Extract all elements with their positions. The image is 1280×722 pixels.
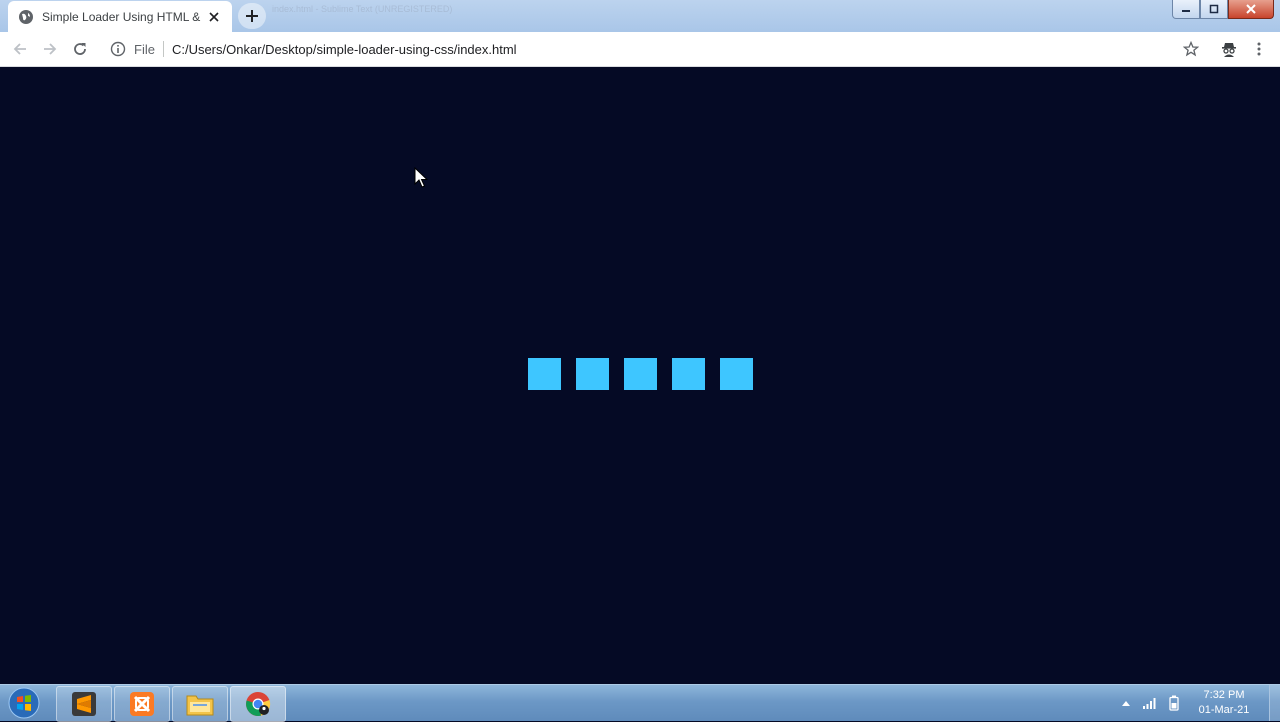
battery-tray-button[interactable] [1165, 694, 1183, 712]
xampp-icon [130, 692, 154, 716]
taskbar-clock[interactable]: 7:32 PM 01-Mar-21 [1189, 688, 1259, 718]
loader-square [720, 358, 753, 390]
profile-button[interactable] [1219, 39, 1239, 59]
minimize-button[interactable] [1172, 0, 1200, 19]
loader-square [528, 358, 561, 390]
scheme-label: File [134, 41, 155, 57]
info-icon[interactable] [110, 41, 126, 57]
bookmark-button[interactable] [1181, 39, 1201, 59]
windows-start-icon [8, 687, 40, 719]
maximize-button[interactable] [1200, 0, 1228, 19]
star-icon [1183, 41, 1199, 57]
browser-toolbar: File C:/Users/Onkar/Desktop/simple-loade… [0, 32, 1280, 67]
maximize-icon [1209, 4, 1219, 14]
plus-icon [246, 10, 258, 22]
mouse-cursor-icon [414, 167, 428, 188]
loader-square [576, 358, 609, 390]
arrow-left-icon [13, 43, 26, 55]
signal-icon [1143, 698, 1156, 709]
close-icon [1246, 4, 1256, 14]
taskbar: 7:32 PM 01-Mar-21 [0, 684, 1280, 722]
forward-button[interactable] [40, 39, 60, 59]
show-desktop-button[interactable] [1269, 685, 1280, 721]
browser-menu-button[interactable] [1249, 39, 1269, 59]
incognito-icon [1222, 43, 1236, 57]
reload-icon [74, 43, 86, 55]
taskbar-app-sublime[interactable] [56, 686, 112, 722]
minimize-icon [1182, 10, 1190, 12]
address-bar[interactable]: File C:/Users/Onkar/Desktop/simple-loade… [108, 36, 1208, 62]
sublime-text-icon [72, 692, 96, 716]
battery-icon [1169, 695, 1179, 711]
kebab-menu-icon [1257, 42, 1261, 56]
tab-title: Simple Loader Using HTML & CSS [42, 9, 202, 24]
loader-square [672, 358, 705, 390]
taskbar-app-xampp[interactable] [114, 686, 170, 722]
window-close-button[interactable] [1228, 0, 1274, 19]
clock-date: 01-Mar-21 [1198, 704, 1250, 716]
loader-square [624, 358, 657, 390]
tray-overflow-button[interactable] [1117, 694, 1135, 712]
close-icon[interactable] [206, 9, 222, 25]
omnibox-divider [162, 41, 164, 57]
background-window-title: index.html - Sublime Text (UNREGISTERED) [272, 4, 453, 14]
taskbar-app-explorer[interactable] [172, 686, 228, 722]
loader [528, 358, 768, 390]
clock-time: 7:32 PM [1203, 689, 1245, 701]
window-controls [1172, 0, 1274, 19]
back-button[interactable] [10, 39, 30, 59]
arrow-right-icon [44, 43, 57, 55]
new-tab-button[interactable] [238, 3, 266, 29]
taskbar-app-chrome[interactable] [230, 686, 286, 722]
chevron-up-icon [1122, 701, 1130, 706]
system-tray: 7:32 PM 01-Mar-21 [1117, 685, 1280, 721]
browser-titlebar: index.html - Sublime Text (UNREGISTERED)… [0, 0, 1280, 32]
start-button[interactable] [6, 686, 42, 720]
tab-active[interactable]: Simple Loader Using HTML & CSS [8, 1, 232, 32]
file-explorer-icon [186, 695, 214, 716]
network-tray-button[interactable] [1141, 694, 1159, 712]
page-viewport [1, 67, 1279, 684]
reload-button[interactable] [70, 39, 90, 59]
url-text[interactable]: C:/Users/Onkar/Desktop/simple-loader-usi… [172, 42, 517, 57]
chrome-icon [246, 692, 271, 716]
globe-icon [18, 9, 34, 25]
